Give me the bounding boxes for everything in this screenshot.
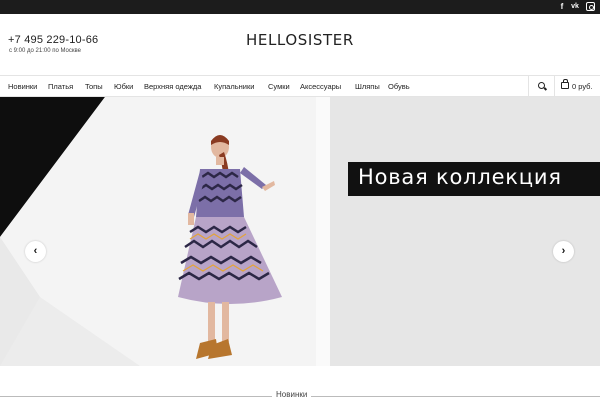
chevron-left-icon: ‹ [33,245,38,257]
nav-item-shoes[interactable]: Обувь [388,82,410,91]
nav-item-bags[interactable]: Сумки [268,82,290,91]
working-hours: с 9:00 до 21:00 по Москве [9,48,81,54]
nav-item-novinki[interactable]: Новинки [8,82,37,91]
section-title: Новинки [272,390,312,399]
nav-item-topy[interactable]: Топы [85,82,103,91]
nav-item-hats[interactable]: Шляпы [355,82,380,91]
nav-item-platya[interactable]: Платья [48,82,73,91]
banner-text: Новая коллекция [358,165,562,189]
top-bar: f vk [0,0,600,14]
nav-item-swimwear[interactable]: Купальники [214,82,254,91]
nav-item-yubki[interactable]: Юбки [114,82,133,91]
cart-total[interactable]: 0 руб. [572,82,593,91]
main-nav: Новинки Платья Топы Юбки Верхняя одежда … [0,75,600,97]
promo-banner[interactable]: Новая коллекция [348,162,600,196]
phone-number[interactable]: +7 495 229-10-66 [8,34,98,46]
slider-prev-button[interactable]: ‹ [25,241,46,262]
nav-divider [528,76,529,96]
search-icon[interactable] [538,82,545,89]
facebook-icon[interactable]: f [557,2,567,12]
hero-slider: Новая коллекция ‹ › [0,97,600,366]
site-header: +7 495 229-10-66 с 9:00 до 21:00 по Моск… [0,14,600,75]
nav-divider [554,76,555,96]
site-logo[interactable]: HELLOSISTER [246,31,354,49]
nav-item-accessories[interactable]: Аксессуары [300,82,341,91]
hero-photo [0,97,600,366]
chevron-right-icon: › [561,245,566,257]
slider-next-button[interactable]: › [553,241,574,262]
shopping-bag-icon[interactable] [561,79,569,89]
vk-icon[interactable]: vk [570,2,580,12]
nav-item-outerwear[interactable]: Верхняя одежда [144,82,201,91]
instagram-icon[interactable] [586,2,595,11]
